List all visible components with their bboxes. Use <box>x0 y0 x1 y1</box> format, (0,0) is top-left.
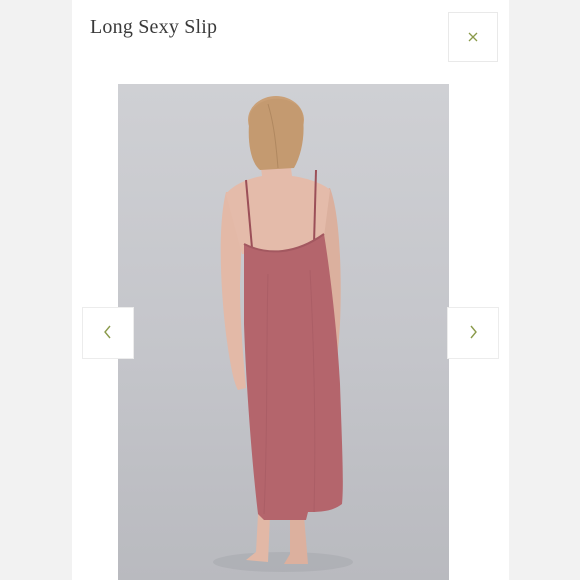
close-icon <box>467 28 479 47</box>
chevron-right-icon <box>468 324 478 343</box>
next-image-button[interactable] <box>447 307 499 359</box>
previous-image-button[interactable] <box>82 307 134 359</box>
close-button[interactable] <box>448 12 498 62</box>
chevron-left-icon <box>103 324 113 343</box>
product-title: Long Sexy Slip <box>90 16 218 38</box>
product-image <box>118 84 449 580</box>
